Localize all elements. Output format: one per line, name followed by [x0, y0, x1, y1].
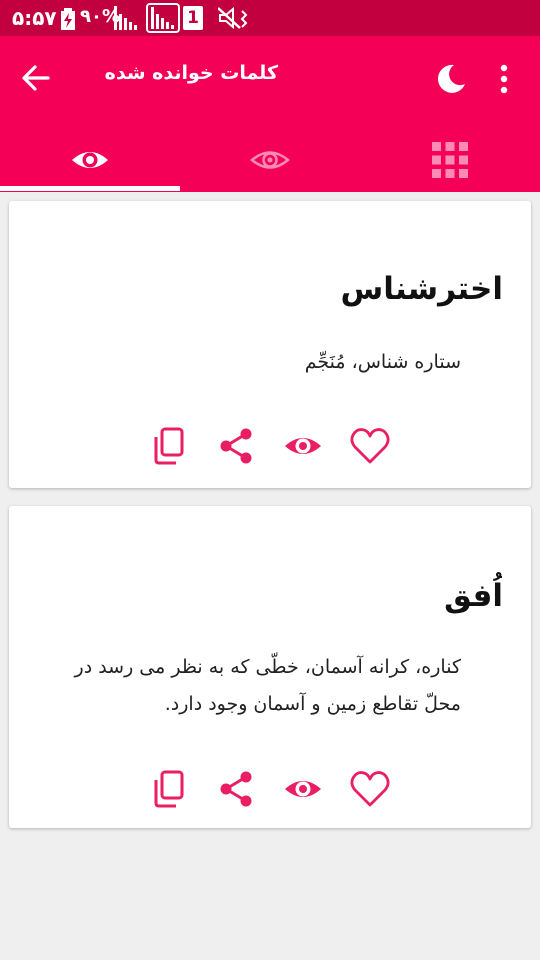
tab-indicator [0, 186, 180, 191]
heart-icon [350, 428, 390, 464]
eye-outline-icon [250, 151, 290, 169]
share-button[interactable] [211, 764, 261, 814]
word-title: اخترشناس [340, 271, 503, 307]
copy-button[interactable] [144, 764, 194, 814]
favorite-button[interactable] [345, 421, 395, 471]
view-button[interactable] [278, 764, 328, 814]
copy-icon [154, 770, 184, 808]
card-actions [9, 421, 531, 471]
word-title: اُفق [444, 578, 503, 614]
share-icon [220, 771, 252, 807]
app-bar: کلمات خوانده شده [0, 36, 540, 192]
word-card: اخترشناس ستاره شناس، مُنَجِّم [9, 201, 531, 488]
eye-icon [285, 438, 321, 454]
tab-all[interactable] [360, 134, 540, 192]
signal-icon [114, 6, 137, 30]
moon-icon[interactable] [434, 62, 468, 96]
tab-unread[interactable] [180, 134, 360, 192]
grid-icon [432, 142, 468, 178]
tab-read[interactable] [0, 134, 180, 192]
status-bar: ۵:۵۷ ۹۰% 1 [0, 0, 540, 36]
eye-icon [72, 152, 108, 168]
favorite-button[interactable] [345, 764, 395, 814]
word-card: اُفق کناره، کرانه آسمان، خطّی که به نظر … [9, 506, 531, 828]
copy-button[interactable] [144, 421, 194, 471]
page-title: کلمات خوانده شده [104, 62, 278, 84]
signal-icon [146, 3, 180, 33]
word-meaning: ستاره شناس، مُنَجِّم [304, 351, 461, 373]
tab-bar [0, 134, 540, 192]
status-time: ۵:۵۷ [12, 6, 57, 30]
share-button[interactable] [211, 421, 261, 471]
battery-charging-icon [61, 8, 75, 30]
copy-icon [154, 427, 184, 465]
mute-icon [218, 7, 248, 29]
arrow-back-icon[interactable] [20, 62, 52, 94]
view-button[interactable] [278, 421, 328, 471]
share-icon [220, 428, 252, 464]
word-meaning: کناره، کرانه آسمان، خطّی که به نظر می رس… [74, 656, 461, 715]
card-actions [9, 764, 531, 814]
more-vert-icon[interactable] [490, 62, 518, 96]
sim-icon: 1 [183, 6, 203, 30]
eye-icon [285, 781, 321, 797]
heart-icon [350, 771, 390, 807]
